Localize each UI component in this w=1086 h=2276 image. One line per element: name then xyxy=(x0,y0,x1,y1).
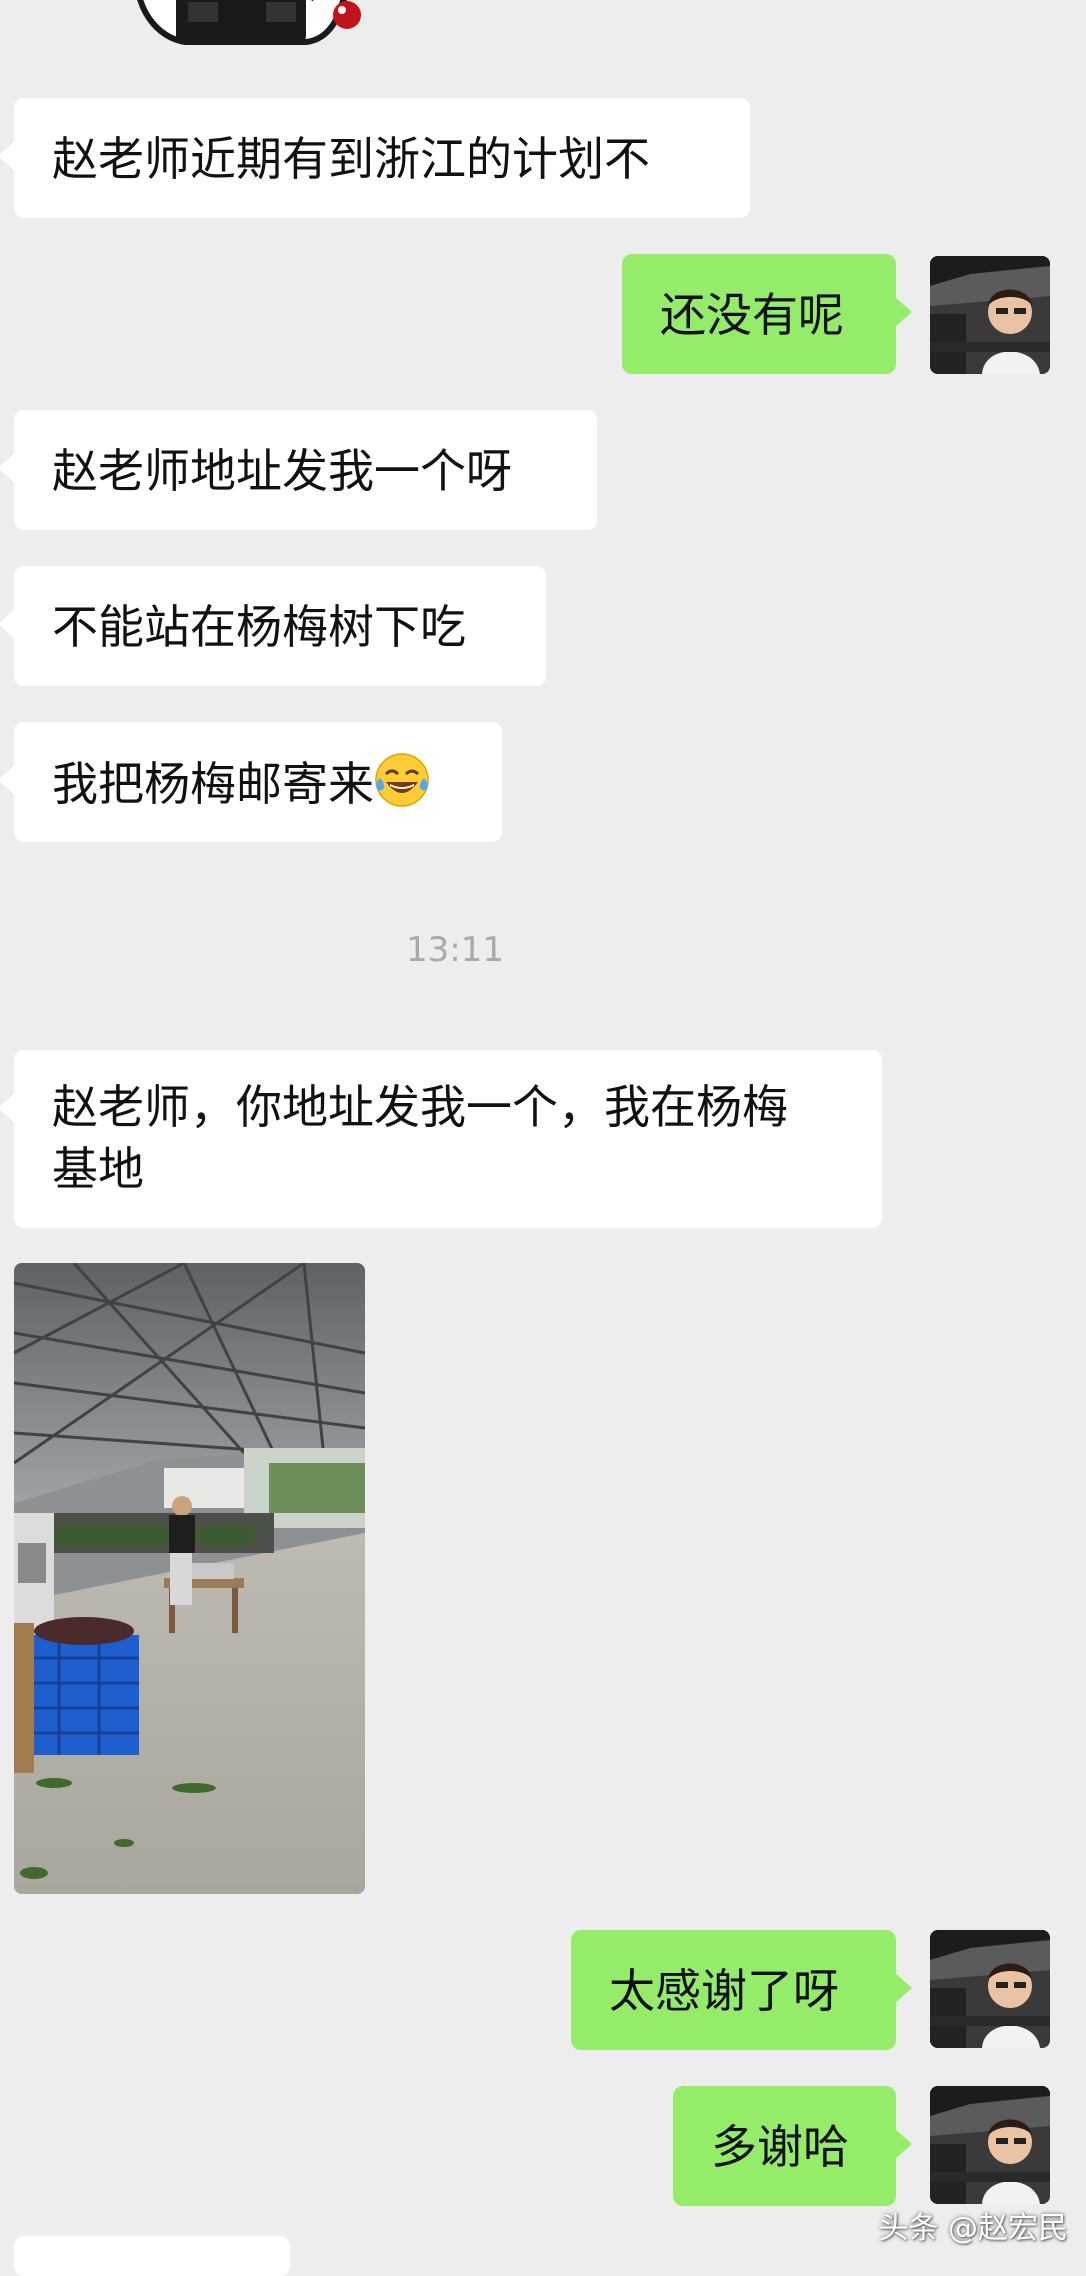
message-text: 赵老师地址发我一个呀 xyxy=(52,444,512,498)
my-avatar[interactable] xyxy=(930,1930,1050,2048)
my-avatar[interactable] xyxy=(930,256,1050,374)
message-text: 太感谢了呀 xyxy=(609,1964,839,2018)
watermark: 头条 @赵宏民 xyxy=(878,2211,1068,2246)
photo-shed-market xyxy=(14,1263,365,1894)
message-text: 还没有呢 xyxy=(660,288,844,342)
message-bubble-incoming[interactable]: 不能站在杨梅树下吃 xyxy=(0,566,546,686)
my-avatar[interactable] xyxy=(930,2086,1050,2204)
message-bubble-incoming[interactable]: 赵老师近期有到浙江的计划不 xyxy=(0,98,750,218)
message-bubble-incoming[interactable]: 赵老师，你地址发我一个，我在杨梅 基地 xyxy=(0,1050,882,1228)
message-text: 多谢哈 xyxy=(711,2120,849,2174)
message-bubble-incoming-partial[interactable] xyxy=(14,2236,290,2276)
sticker-avatar-icon[interactable] xyxy=(126,0,366,62)
chat-window: 赵老师近期有到浙江的计划不 还没有呢 赵老师地址发我一个呀 不能站在杨梅树下吃 … xyxy=(0,0,1086,2276)
message-bubble-outgoing[interactable]: 太感谢了呀 xyxy=(571,1930,912,2050)
message-timestamp: 13:11 xyxy=(406,930,504,970)
message-bubble-outgoing[interactable]: 还没有呢 xyxy=(622,254,912,374)
laughing-tears-icon xyxy=(375,753,429,807)
image-message[interactable] xyxy=(14,1263,365,1894)
message-bubble-incoming[interactable]: 赵老师地址发我一个呀 xyxy=(0,410,597,530)
message-text: 赵老师近期有到浙江的计划不 xyxy=(52,132,650,186)
message-text: 我把杨梅邮寄来 xyxy=(52,757,374,811)
message-text-line-2: 基地 xyxy=(52,1142,144,1196)
message-text-line-1: 赵老师，你地址发我一个，我在杨梅 xyxy=(52,1080,788,1134)
message-bubble-incoming[interactable]: 我把杨梅邮寄来 xyxy=(0,722,502,842)
message-text: 不能站在杨梅树下吃 xyxy=(52,600,466,654)
message-bubble-outgoing[interactable]: 多谢哈 xyxy=(673,2086,912,2206)
